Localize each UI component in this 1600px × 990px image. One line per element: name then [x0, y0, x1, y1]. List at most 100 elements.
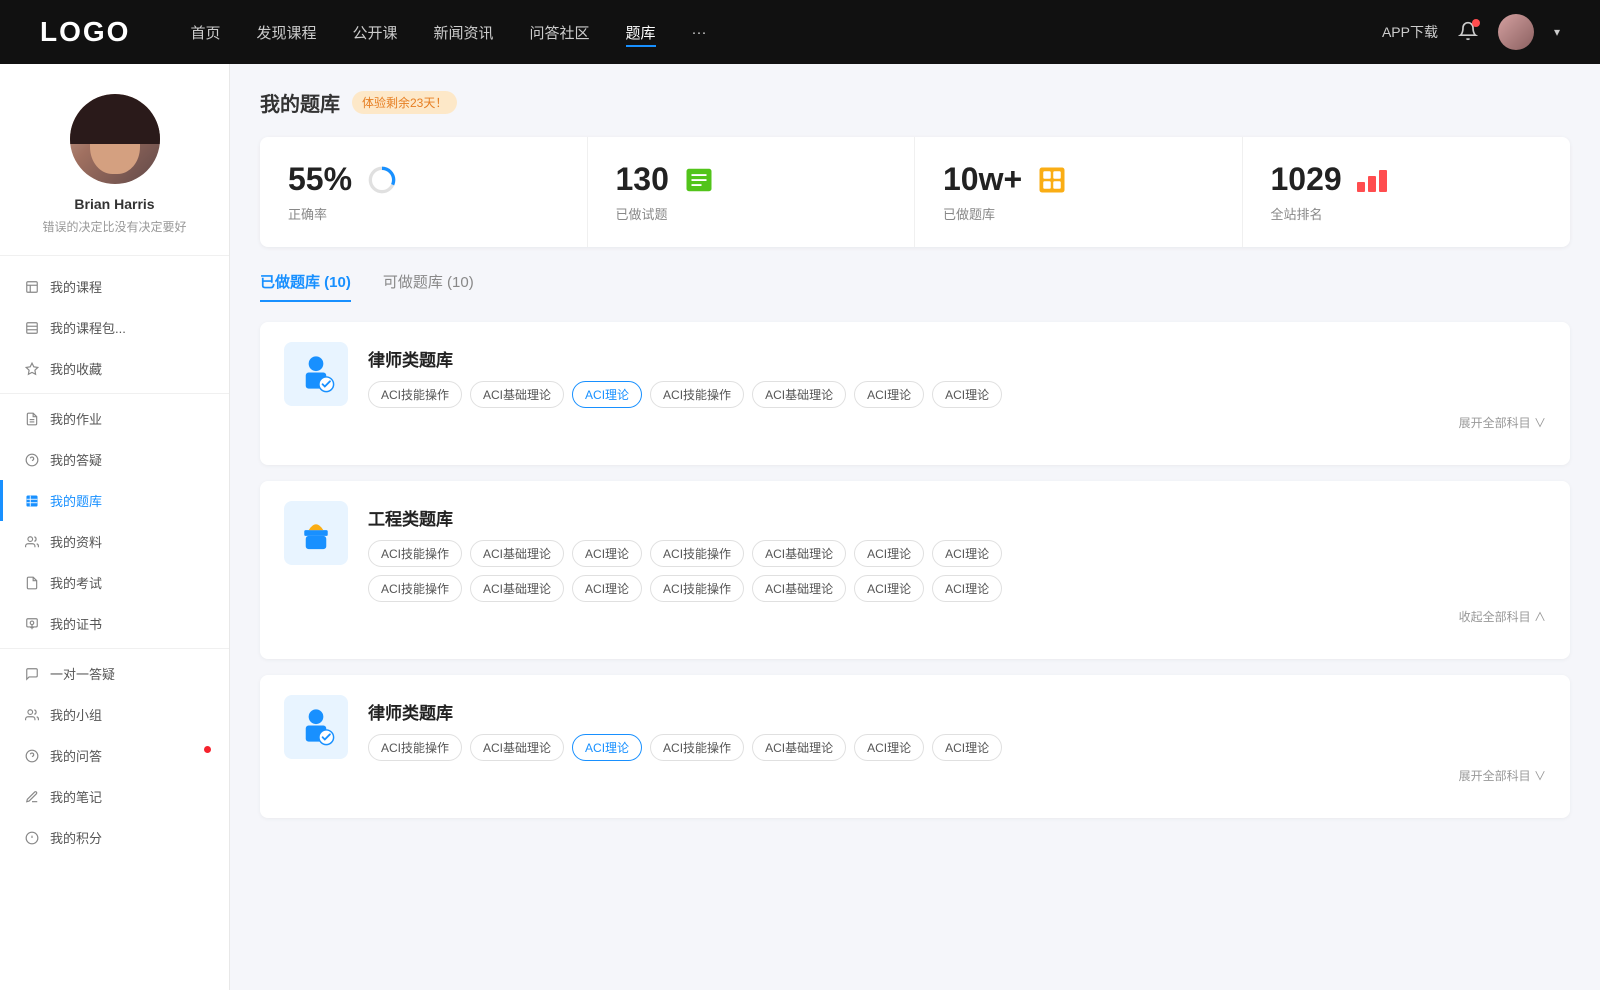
tag-eng1-r2-6[interactable]: ACI理论: [932, 575, 1002, 602]
qbank-card-lawyer2: 律师类题库 ACI技能操作 ACI基础理论 ACI理论 ACI技能操作 ACI基…: [260, 675, 1570, 818]
qbank-lawyer1-header: 律师类题库 ACI技能操作 ACI基础理论 ACI理论 ACI技能操作 ACI基…: [284, 342, 1546, 431]
sidebar-item-certificate-label: 我的证书: [50, 614, 102, 633]
tag-eng1-r2-2[interactable]: ACI理论: [572, 575, 642, 602]
tag-lawyer1-1[interactable]: ACI基础理论: [470, 381, 564, 408]
exam-icon: [24, 575, 40, 591]
sidebar-item-profile[interactable]: 我的资料: [0, 521, 229, 562]
sidebar-divider-2: [0, 648, 229, 649]
trial-badge: 体验剩余23天！: [352, 91, 457, 114]
tag-lawyer1-3[interactable]: ACI技能操作: [650, 381, 744, 408]
tag-eng1-r2-4[interactable]: ACI基础理论: [752, 575, 846, 602]
nav-open-course[interactable]: 公开课: [352, 18, 397, 47]
tag-eng1-r2-3[interactable]: ACI技能操作: [650, 575, 744, 602]
tag-lawyer1-2[interactable]: ACI理论: [572, 381, 642, 408]
sidebar-item-one-on-one-label: 一对一答疑: [50, 664, 115, 683]
qbank-lawyer2-tags: ACI技能操作 ACI基础理论 ACI理论 ACI技能操作 ACI基础理论 AC…: [368, 734, 1546, 761]
tabs: 已做题库 (10) 可做题库 (10): [260, 271, 1570, 302]
layout: Brian Harris 错误的决定比没有决定要好 我的课程 我的课程包...: [0, 64, 1600, 990]
navbar-nav: 首页 发现课程 公开课 新闻资讯 问答社区 题库 ···: [190, 18, 1382, 47]
tag-eng1-r2-5[interactable]: ACI理论: [854, 575, 924, 602]
questions-icon: [24, 748, 40, 764]
nav-home[interactable]: 首页: [190, 18, 220, 47]
tag-lawyer2-1[interactable]: ACI基础理论: [470, 734, 564, 761]
tag-lawyer1-5[interactable]: ACI理论: [854, 381, 924, 408]
qbank-lawyer2-expand[interactable]: 展开全部科目 ∨: [368, 767, 1546, 784]
sidebar-user-motto: 错误的决定比没有决定要好: [42, 218, 186, 235]
tag-lawyer1-4[interactable]: ACI基础理论: [752, 381, 846, 408]
sidebar-user-name: Brian Harris: [74, 196, 154, 212]
sidebar-item-qbank[interactable]: 我的题库: [0, 480, 229, 521]
sidebar-item-certificate[interactable]: 我的证书: [0, 603, 229, 644]
tag-lawyer2-2[interactable]: ACI理论: [572, 734, 642, 761]
bell-icon[interactable]: [1458, 21, 1478, 44]
qbank-lawyer1-tags: ACI技能操作 ACI基础理论 ACI理论 ACI技能操作 ACI基础理论 AC…: [368, 381, 1546, 408]
tag-eng1-r1-6[interactable]: ACI理论: [932, 540, 1002, 567]
packages-icon: [24, 320, 40, 336]
sidebar-item-notes[interactable]: 我的笔记: [0, 776, 229, 817]
tag-lawyer2-5[interactable]: ACI理论: [854, 734, 924, 761]
sidebar-item-notes-label: 我的笔记: [50, 787, 102, 806]
stat-done-q-value: 130: [616, 161, 669, 198]
tag-lawyer2-6[interactable]: ACI理论: [932, 734, 1002, 761]
courses-icon: [24, 279, 40, 295]
tab-done[interactable]: 已做题库 (10): [260, 271, 351, 302]
questions-badge: [204, 746, 211, 753]
tag-eng1-r1-1[interactable]: ACI基础理论: [470, 540, 564, 567]
stat-rank-icon: [1354, 162, 1390, 198]
tag-lawyer1-0[interactable]: ACI技能操作: [368, 381, 462, 408]
notes-icon: [24, 789, 40, 805]
stat-correct-icon: [364, 162, 400, 198]
tag-eng1-r1-0[interactable]: ACI技能操作: [368, 540, 462, 567]
qbank-lawyer2-title: 律师类题库: [368, 695, 1546, 724]
avatar-chevron-icon[interactable]: ▾: [1554, 25, 1560, 39]
tag-eng1-r1-3[interactable]: ACI技能操作: [650, 540, 744, 567]
tag-eng1-r1-4[interactable]: ACI基础理论: [752, 540, 846, 567]
sidebar-item-favorites[interactable]: 我的收藏: [0, 348, 229, 389]
sidebar-item-exam[interactable]: 我的考试: [0, 562, 229, 603]
sidebar-divider-1: [0, 393, 229, 394]
tag-eng1-r1-5[interactable]: ACI理论: [854, 540, 924, 567]
sidebar-item-courses-label: 我的课程: [50, 277, 102, 296]
tag-lawyer2-4[interactable]: ACI基础理论: [752, 734, 846, 761]
qbank-engineer1-icon: [284, 501, 348, 565]
favorites-icon: [24, 361, 40, 377]
sidebar-item-courses[interactable]: 我的课程: [0, 266, 229, 307]
sidebar-item-group[interactable]: 我的小组: [0, 694, 229, 735]
qbank-lawyer1-expand[interactable]: 展开全部科目 ∨: [368, 414, 1546, 431]
sidebar-item-packages[interactable]: 我的课程包...: [0, 307, 229, 348]
avatar[interactable]: [1498, 14, 1534, 50]
tag-eng1-r2-0[interactable]: ACI技能操作: [368, 575, 462, 602]
sidebar-item-qa[interactable]: 我的答疑: [0, 439, 229, 480]
sidebar-item-questions[interactable]: 我的问答: [0, 735, 229, 776]
tag-lawyer2-3[interactable]: ACI技能操作: [650, 734, 744, 761]
points-icon: [24, 830, 40, 846]
bell-notification-dot: [1472, 19, 1480, 27]
nav-more[interactable]: ···: [692, 20, 707, 45]
sidebar-item-points[interactable]: 我的积分: [0, 817, 229, 858]
stat-done-b-row: 10w+: [943, 161, 1214, 198]
tag-lawyer1-6[interactable]: ACI理论: [932, 381, 1002, 408]
nav-qa[interactable]: 问答社区: [530, 18, 590, 47]
tag-lawyer2-0[interactable]: ACI技能操作: [368, 734, 462, 761]
sidebar-item-one-on-one[interactable]: 一对一答疑: [0, 653, 229, 694]
tag-eng1-r2-1[interactable]: ACI基础理论: [470, 575, 564, 602]
tab-available[interactable]: 可做题库 (10): [383, 271, 474, 302]
sidebar-item-questions-label: 我的问答: [50, 746, 102, 765]
sidebar-menu: 我的课程 我的课程包... 我的收藏 我的作业: [0, 256, 229, 868]
sidebar-item-homework[interactable]: 我的作业: [0, 398, 229, 439]
sidebar-profile: Brian Harris 错误的决定比没有决定要好: [0, 94, 229, 256]
app-download-button[interactable]: APP下载: [1382, 22, 1438, 42]
nav-news[interactable]: 新闻资讯: [434, 18, 494, 47]
qbank-lawyer2-icon: [284, 695, 348, 759]
stat-correct-row: 55%: [288, 161, 559, 198]
main-content: 我的题库 体验剩余23天！ 55% 正确率: [230, 64, 1600, 990]
nav-discover[interactable]: 发现课程: [256, 18, 316, 47]
stat-rank-row: 1029: [1271, 161, 1543, 198]
tag-eng1-r1-2[interactable]: ACI理论: [572, 540, 642, 567]
one-on-one-icon: [24, 666, 40, 682]
nav-qbank[interactable]: 题库: [626, 18, 656, 47]
qbank-engineer1-collapse[interactable]: 收起全部科目 ∧: [368, 608, 1546, 625]
stat-ranking: 1029 全站排名: [1243, 137, 1571, 247]
qbank-engineer1-title: 工程类题库: [368, 501, 1546, 530]
stat-correct-label: 正确率: [288, 204, 559, 223]
